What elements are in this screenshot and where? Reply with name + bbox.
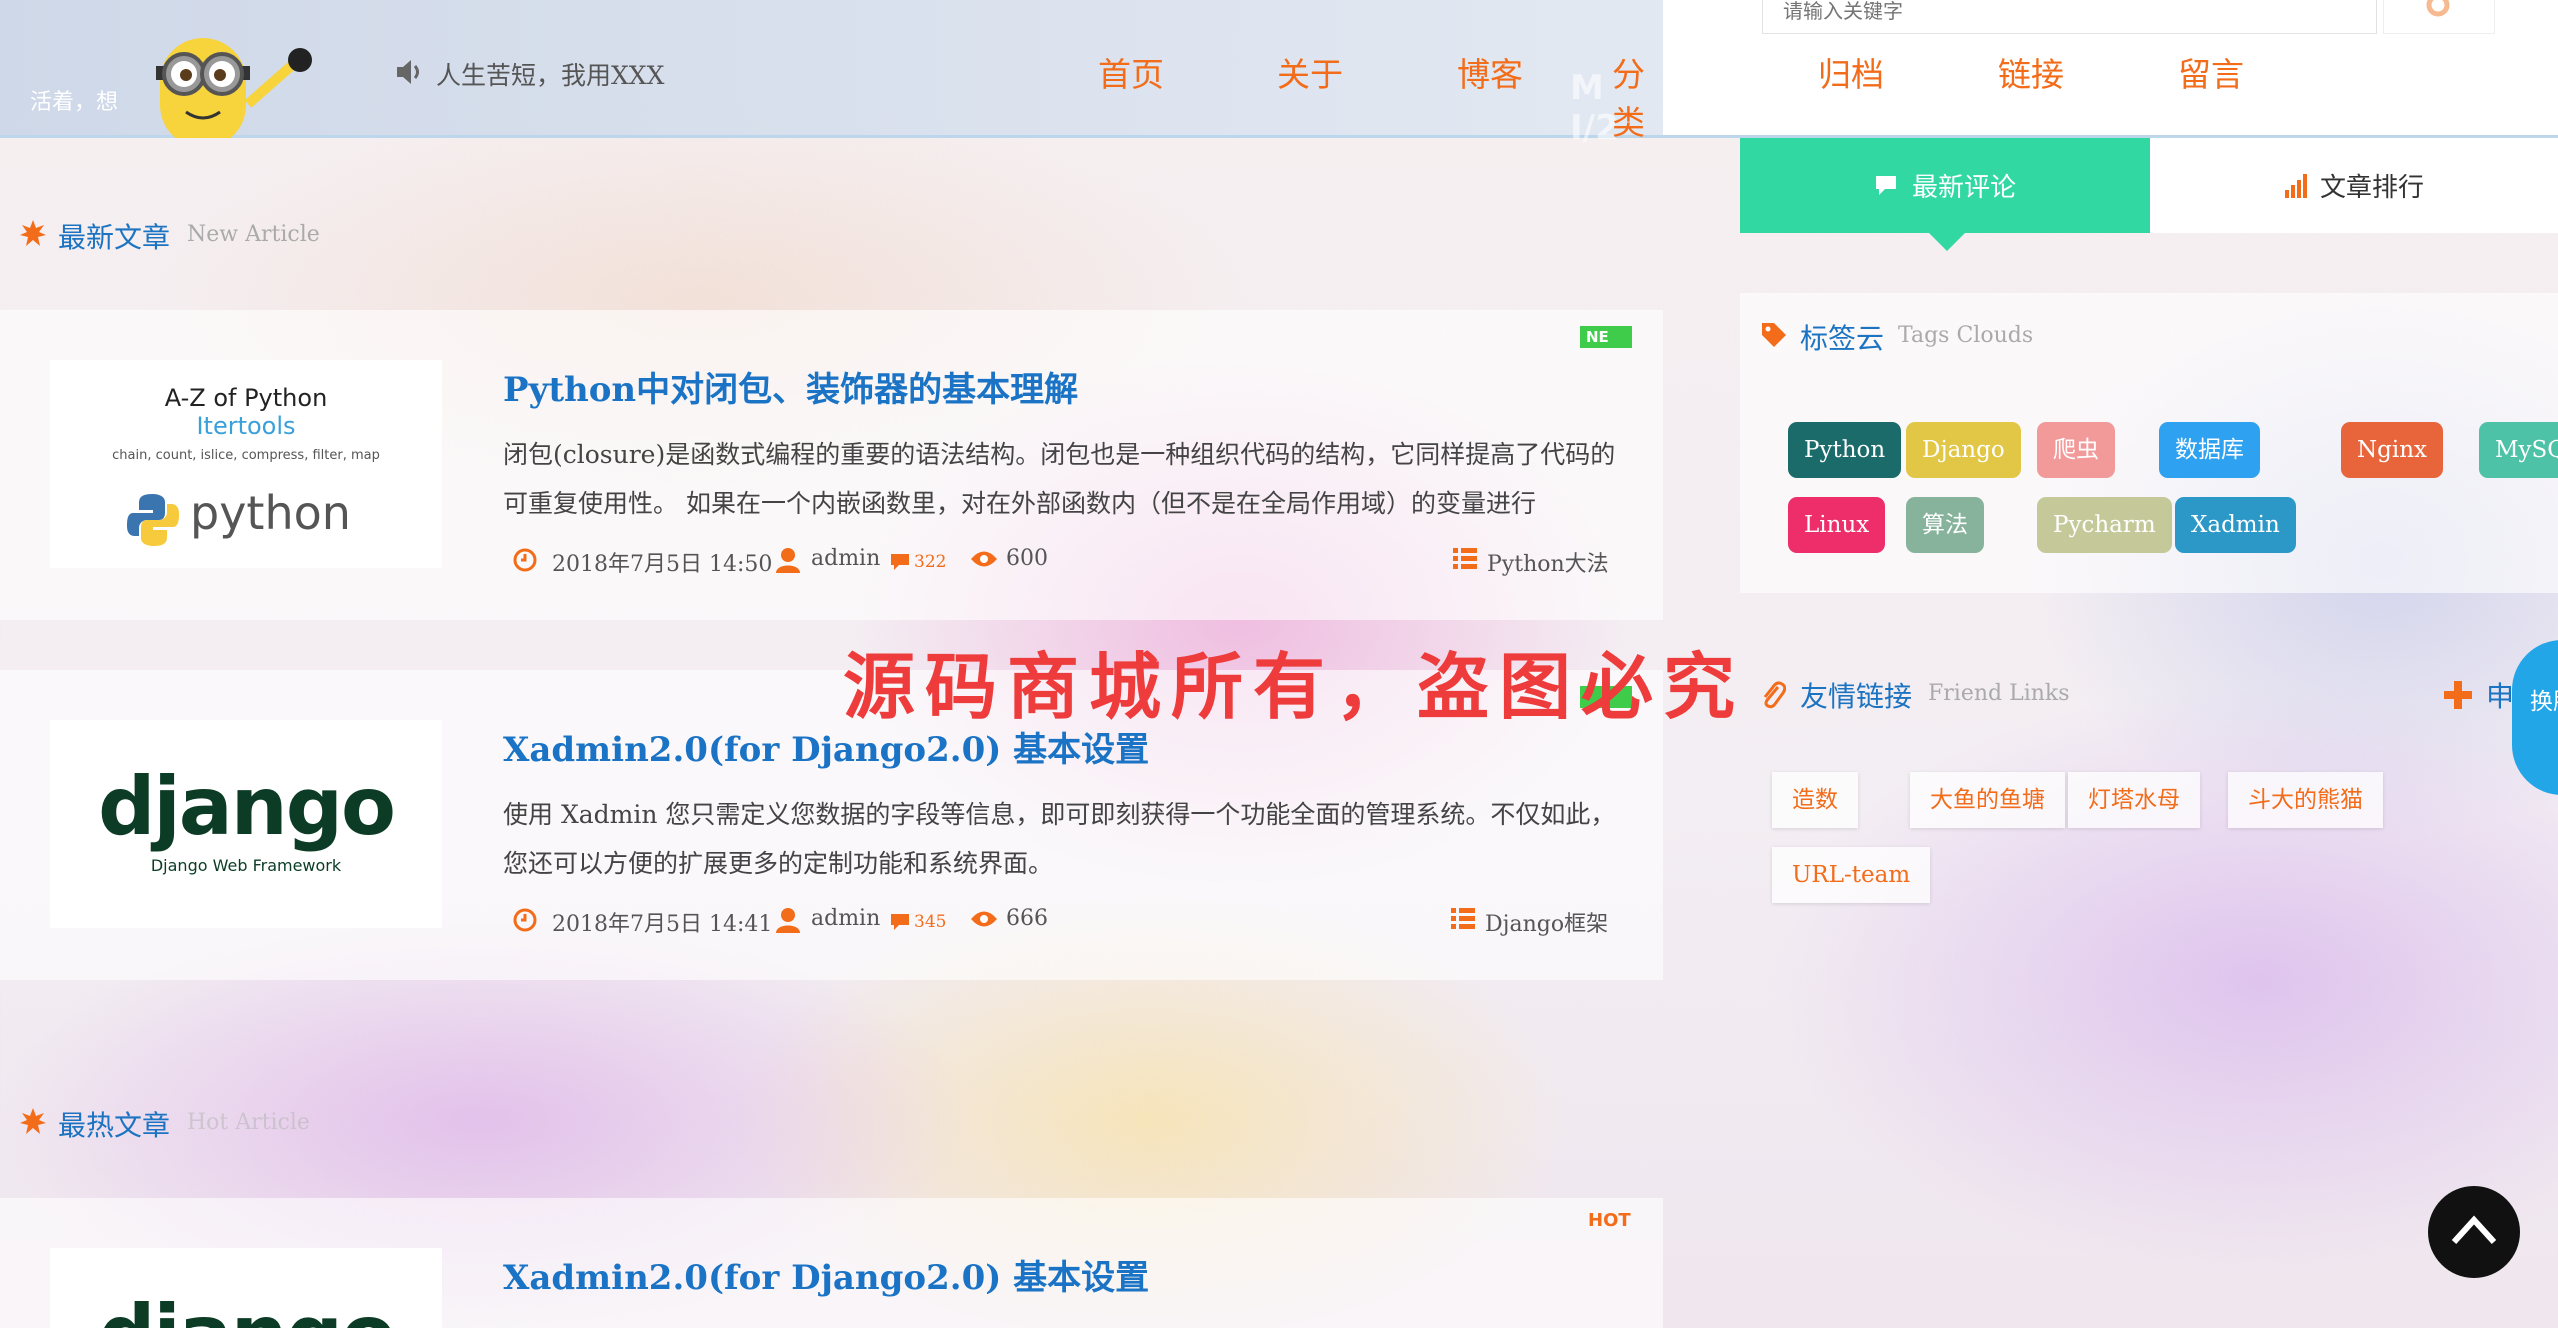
search-input[interactable] bbox=[1762, 0, 2377, 34]
thumb-line3: chain, count, islice, compress, filter, … bbox=[112, 448, 380, 463]
tab-article-ranking[interactable]: 文章排行 bbox=[2150, 138, 2558, 233]
apply-link[interactable]: 申 bbox=[2486, 675, 2514, 715]
user-icon bbox=[776, 548, 800, 573]
article-comment-count: 345 bbox=[914, 912, 947, 932]
change-skin-button[interactable]: 换肤 bbox=[2512, 640, 2558, 795]
tags-icon bbox=[1762, 323, 1786, 347]
python-logo-icon bbox=[127, 494, 179, 546]
article-author[interactable]: admin bbox=[811, 906, 880, 931]
nav-about[interactable]: 关于 bbox=[1277, 48, 1343, 96]
hot-section-title: 最热文章 bbox=[58, 1109, 171, 1142]
tag-pycharm[interactable]: Pycharm bbox=[2037, 497, 2172, 553]
tag-爬虫[interactable]: 爬虫 bbox=[2037, 422, 2115, 478]
speaker-icon bbox=[397, 60, 419, 84]
comment-icon bbox=[891, 554, 909, 570]
tab-label: 文章排行 bbox=[2319, 173, 2424, 203]
search-icon bbox=[2426, 0, 2450, 17]
article-category[interactable]: Django框架 bbox=[1485, 906, 1608, 938]
friend-link[interactable]: URL-team bbox=[1772, 847, 1931, 903]
article-summary: 使用 Xadmin 您只需定义您数据的字段等信息，即可即刻获得一个功能全面的管理… bbox=[503, 800, 1616, 878]
eye-icon bbox=[971, 911, 997, 927]
thumb-logo-text: django bbox=[98, 760, 396, 853]
comments-icon bbox=[1875, 175, 1896, 195]
article-thumbnail[interactable]: django Django Web Framework bbox=[50, 720, 442, 928]
new-badge: NE bbox=[1580, 326, 1632, 348]
comment-icon bbox=[891, 914, 909, 930]
friend-link[interactable]: 造数 bbox=[1772, 772, 1858, 828]
friend-links-panel: 友情链接 Friend Links 申 造数 大鱼的鱼塘 灯塔水母 斗大的熊猫 URL-… bbox=[1740, 655, 2558, 905]
tags-title: 标签云 bbox=[1800, 322, 1885, 355]
starburst-icon bbox=[20, 220, 46, 246]
nav-links[interactable]: 链接 bbox=[1998, 48, 2064, 96]
friend-link[interactable]: 大鱼的鱼塘 bbox=[1910, 772, 2065, 828]
latest-section-subtitle: New Article bbox=[187, 222, 320, 247]
site-header: 活着，想 人生苦短，我用XXX M Ⅰ/2 首页 关于 博客 分类 bbox=[0, 0, 1717, 148]
hot-section-subtitle: Hot Article bbox=[187, 1110, 310, 1135]
nav-message[interactable]: 留言 bbox=[2178, 48, 2244, 96]
tag-nginx[interactable]: Nginx bbox=[2341, 422, 2443, 478]
tag-数据库[interactable]: 数据库 bbox=[2159, 422, 2260, 478]
article-date: 2018年7月5日 14:50 bbox=[552, 552, 773, 577]
list-icon bbox=[1453, 548, 1477, 569]
article-title[interactable]: Python中对闭包、装饰器的基本理解 bbox=[503, 362, 1078, 411]
back-to-top-button[interactable] bbox=[2428, 1186, 2520, 1278]
nav-home[interactable]: 首页 bbox=[1098, 48, 1164, 96]
thumb-line1: A-Z of Python bbox=[164, 384, 328, 412]
chevron-up-icon bbox=[2451, 1215, 2497, 1245]
thumb-logo-text: python bbox=[190, 486, 351, 540]
article-card: A-Z of Python Itertools chain, count, is… bbox=[0, 310, 1663, 620]
minion-logo-icon[interactable] bbox=[128, 20, 328, 138]
article-summary: 闭包(closure)是函数式编程的重要的语法结构。闭包也是一种组织代码的结构，… bbox=[503, 440, 1616, 518]
nav-archive[interactable]: 归档 bbox=[1818, 48, 1884, 96]
nav-category[interactable]: 分类 bbox=[1612, 48, 1663, 144]
article-category[interactable]: Python大法 bbox=[1487, 546, 1609, 578]
clock-icon bbox=[513, 908, 537, 932]
active-tab-arrow bbox=[1929, 233, 1965, 251]
tag-算法[interactable]: 算法 bbox=[1906, 497, 1984, 553]
article-thumbnail[interactable]: django bbox=[50, 1248, 442, 1328]
tag-django[interactable]: Django bbox=[1906, 422, 2021, 478]
list-icon bbox=[1451, 908, 1475, 929]
article-date: 2018年7月5日 14:41 bbox=[552, 912, 773, 937]
links-title: 友情链接 bbox=[1800, 680, 1913, 713]
tab-label: 最新评论 bbox=[1911, 173, 2016, 203]
starburst-icon bbox=[20, 1108, 46, 1134]
plus-icon[interactable] bbox=[2444, 681, 2472, 709]
header-slogan: 活着，想 bbox=[30, 90, 119, 115]
article-card: django HOT Xadmin2.0(for Django2.0) 基本设置 bbox=[0, 1198, 1663, 1328]
tag-python[interactable]: Python bbox=[1788, 422, 1902, 478]
copyright-watermark: 源码商城所有，盗图必究 bbox=[843, 645, 1746, 729]
thumb-logo-text: django bbox=[50, 1288, 442, 1328]
nav-blog[interactable]: 博客 bbox=[1457, 48, 1523, 96]
links-subtitle: Friend Links bbox=[1928, 681, 2070, 706]
article-thumbnail[interactable]: A-Z of Python Itertools chain, count, is… bbox=[50, 360, 442, 568]
thumb-subtext: Django Web Framework bbox=[150, 856, 342, 875]
article-view-count: 666 bbox=[1006, 906, 1048, 931]
search-button[interactable] bbox=[2383, 0, 2495, 34]
tab-latest-comments[interactable]: 最新评论 bbox=[1740, 138, 2150, 233]
tags-cloud-panel: 标签云 Tags Clouds Python Django 爬虫 数据库 Nginx My… bbox=[1740, 293, 2558, 593]
friend-link[interactable]: 斗大的熊猫 bbox=[2228, 772, 2383, 828]
tag-mysql[interactable]: MySQL bbox=[2479, 422, 2558, 478]
tag-linux[interactable]: Linux bbox=[1788, 497, 1886, 553]
latest-section-title: 最新文章 bbox=[58, 221, 171, 254]
hot-badge: HOT bbox=[1588, 1210, 1631, 1231]
article-comment-count: 322 bbox=[914, 552, 947, 572]
article-view-count: 600 bbox=[1006, 546, 1048, 571]
clock-icon bbox=[513, 548, 537, 572]
header-motto: 人生苦短，我用XXX bbox=[436, 61, 665, 90]
tag-xadmin[interactable]: Xadmin bbox=[2175, 497, 2296, 553]
tags-subtitle: Tags Clouds bbox=[1898, 323, 2034, 348]
user-icon bbox=[776, 908, 800, 933]
paperclip-icon bbox=[1763, 681, 1786, 709]
article-author[interactable]: admin bbox=[811, 546, 880, 571]
article-title[interactable]: Xadmin2.0(for Django2.0) 基本设置 bbox=[503, 1250, 1149, 1299]
bar-chart-icon bbox=[2284, 173, 2307, 198]
friend-link[interactable]: 灯塔水母 bbox=[2068, 772, 2200, 828]
eye-icon bbox=[971, 551, 997, 567]
thumb-line2: Itertools bbox=[196, 412, 296, 440]
